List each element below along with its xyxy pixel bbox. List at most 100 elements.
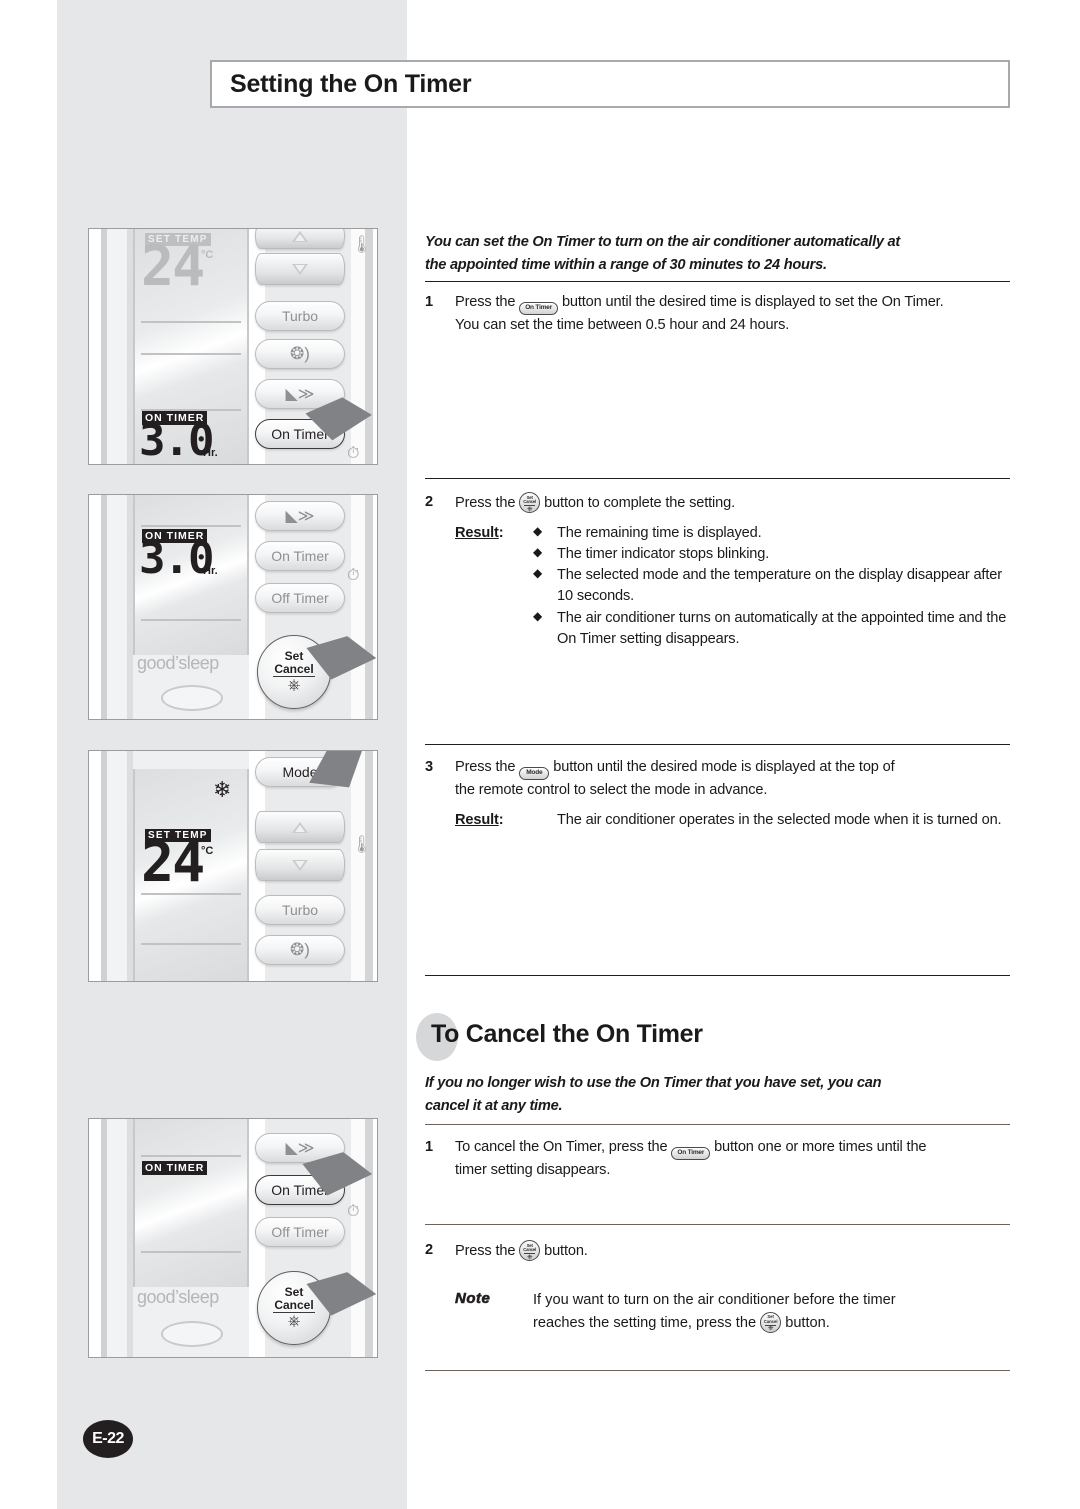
note-line-2: reaches the setting time, press the Set … (533, 1311, 1010, 1335)
step-3: 3 Press the Mode button until the desire… (425, 757, 1010, 832)
down-arrow-icon (292, 859, 308, 871)
temperature-value: 24 (141, 830, 205, 894)
step-text-before: Press the (455, 294, 516, 310)
step-text-after: button one or more times until the (714, 1139, 927, 1155)
bullet-text: The selected mode and the temperature on… (557, 567, 1002, 605)
clock-icon: ⏱ (347, 567, 360, 584)
good-sleep-button[interactable] (161, 1321, 223, 1347)
result-word: Result (455, 524, 499, 541)
off-timer-button[interactable]: Off Timer (255, 1217, 345, 1247)
power-icon: ⎈ (526, 1253, 533, 1261)
turbo-button[interactable]: Turbo (255, 895, 345, 925)
divider-rule (425, 478, 1010, 479)
airflow-icon: ◣≫ (285, 386, 315, 403)
good-sleep-label: good’sleep (137, 653, 219, 673)
note-block: Note If you want to turn on the air cond… (425, 1290, 1010, 1335)
airflow-button[interactable]: ◣≫ (255, 501, 345, 531)
up-arrow-icon (292, 821, 308, 833)
power-icon: ⎈ (526, 505, 533, 513)
clock-icon: ⏱ (347, 1203, 360, 1220)
temperature-unit: °C (201, 845, 214, 857)
cancel-label: Cancel (763, 1318, 778, 1324)
cancel-step-2: 2 Press the Set Cancel ⎈ button. (425, 1240, 1010, 1263)
result-bullet-list: ◆ The remaining time is displayed. ◆ The… (533, 523, 1010, 650)
on-timer-key-icon[interactable]: On Timer (519, 302, 559, 315)
list-item: ◆ The remaining time is displayed. (533, 523, 1010, 544)
divider-rule (425, 1224, 1010, 1225)
temperature-unit: °C (201, 249, 214, 261)
step-text: Press the Mode button until the desired … (455, 757, 1010, 832)
power-icon: ⎈ (767, 1325, 774, 1333)
main-content-column: You can set the On Timer to turn on the … (416, 0, 1010, 1509)
bullet-text: The remaining time is displayed. (557, 524, 762, 541)
temp-down-button[interactable] (255, 849, 345, 881)
result-text: The air conditioner operates in the sele… (557, 811, 1002, 828)
off-timer-label: Off Timer (271, 1224, 329, 1240)
fan-speed-button[interactable]: ❂) (255, 935, 345, 965)
step-text-after: button. (544, 1243, 588, 1259)
mode-key-icon[interactable]: Mode (519, 766, 550, 780)
step-line: Press the Mode button until the desired … (455, 757, 1010, 780)
power-icon: ⎈ (287, 1313, 301, 1331)
airflow-icon: ◣≫ (285, 508, 315, 525)
step-line: Press the Set Cancel ⎈ button to complet… (455, 492, 1010, 515)
result-label: Result: (455, 810, 533, 832)
on-timer-indicator: ON TIMER (142, 1161, 208, 1175)
set-cancel-key-icon[interactable]: Set Cancel ⎈ (760, 1311, 782, 1333)
set-cancel-key-icon[interactable]: Set Cancel ⎈ (519, 1240, 541, 1261)
cancel-intro-line-1: If you no longer wish to use the On Time… (425, 1075, 882, 1091)
step-2: 2 Press the Set Cancel ⎈ button to compl… (425, 492, 1010, 650)
divider-rule (425, 975, 1010, 976)
set-label: Set (284, 648, 304, 663)
cancel-intro-paragraph: If you no longer wish to use the On Time… (425, 1072, 1010, 1117)
off-timer-button[interactable]: Off Timer (255, 583, 345, 613)
airflow-icon: ◣≫ (285, 1140, 315, 1157)
good-sleep-label: good’sleep (137, 1287, 219, 1307)
list-item: ◆ The selected mode and the temperature … (533, 565, 1010, 607)
lcd-divider (141, 943, 241, 945)
cancel-label: Cancel (274, 661, 314, 676)
diamond-bullet-icon: ◆ (533, 523, 543, 538)
result-colon: : (498, 811, 504, 828)
result-colon: : (498, 524, 504, 541)
step-text-before: To cancel the On Timer, press the (455, 1139, 668, 1155)
step-text-after: button until the desired mode is display… (553, 759, 895, 775)
diamond-bullet-icon: ◆ (533, 566, 543, 581)
note-text: If you want to turn on the air condition… (533, 1290, 1010, 1335)
heading-rest: Cancel the On Timer (465, 1020, 703, 1048)
fan-icon: ❂) (290, 940, 310, 959)
fan-speed-button[interactable]: ❂) (255, 339, 345, 369)
timer-value: 3.0 (139, 415, 214, 465)
figure-set-cancel-press: ON TIMER 3.0 Hr. good’sleep ◣≫ On Timer … (88, 494, 378, 720)
note-line-1: If you want to turn on the air condition… (533, 1292, 896, 1308)
temp-down-button[interactable] (255, 253, 345, 285)
cancel-label: Cancel (523, 499, 537, 504)
turbo-button[interactable]: Turbo (255, 301, 345, 331)
figure-on-timer-press: SET TEMP 24 °C ON TIMER 3.0 Hr. 🌡 Turbo … (88, 228, 378, 465)
timer-unit: Hr. (203, 565, 218, 577)
timer-unit: Hr. (203, 447, 218, 459)
on-timer-button[interactable]: On Timer (255, 541, 345, 571)
divider-rule (425, 1124, 1010, 1125)
temp-up-button[interactable] (255, 811, 345, 843)
turbo-label: Turbo (281, 308, 319, 324)
step-text-before: Press the (455, 495, 516, 511)
set-cancel-key-icon[interactable]: Set Cancel ⎈ (519, 492, 541, 513)
lcd-divider (141, 619, 241, 621)
intro-line-2: the appointed time within a range of 30 … (425, 256, 827, 273)
on-timer-key-icon[interactable]: On Timer (671, 1147, 711, 1160)
intro-line-1: You can set the On Timer to turn on the … (425, 234, 901, 250)
figure-mode-press: ❄ SET TEMP 24 °C Mode 🌡 Turbo ❂) (88, 750, 378, 982)
cancel-intro-line-2: cancel it at any time. (425, 1097, 563, 1114)
step-text: Press the On Timer button until the desi… (455, 292, 1010, 336)
step-text-before: Press the (455, 759, 516, 775)
divider-rule (425, 1370, 1010, 1371)
step-text-after: button to complete the setting. (544, 495, 735, 511)
temp-up-button[interactable] (255, 229, 345, 249)
lcd-divider (141, 321, 241, 323)
step-number: 1 (425, 294, 433, 310)
good-sleep-button[interactable] (161, 685, 223, 711)
step-number: 2 (425, 494, 433, 510)
result-label: Result: (455, 523, 533, 650)
step-text: Press the Set Cancel ⎈ button. (455, 1240, 1010, 1263)
